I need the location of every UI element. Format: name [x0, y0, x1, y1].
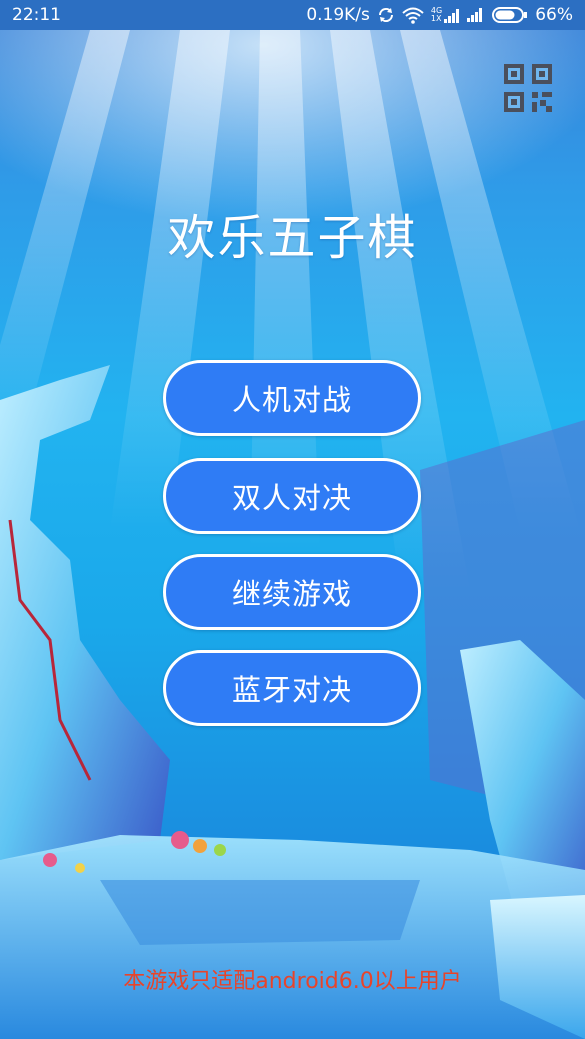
- app-title: 欢乐五子棋: [167, 210, 418, 266]
- two-player-button[interactable]: 双人对决: [163, 458, 421, 534]
- battery-percent: 66%: [535, 5, 573, 25]
- network-speed: 0.19K/s: [306, 5, 370, 25]
- status-bar: 22:11 0.19K/s 4G 1X 66%: [0, 0, 585, 30]
- sync-icon: [378, 7, 393, 23]
- cell-signal-icon: 4G 1X: [431, 7, 460, 23]
- battery-icon: [492, 7, 528, 23]
- qr-code-icon[interactable]: [502, 62, 554, 114]
- continue-game-button[interactable]: 继续游戏: [163, 554, 421, 630]
- wifi-icon: [402, 7, 424, 24]
- compatibility-notice: 本游戏只适配android6.0以上用户: [123, 969, 462, 994]
- network-type-1x: 1X: [430, 14, 442, 23]
- bluetooth-battle-button[interactable]: 蓝牙对决: [163, 650, 421, 726]
- human-vs-ai-button[interactable]: 人机对战: [163, 360, 421, 436]
- screen: 22:11 0.19K/s 4G 1X 66% 欢乐五子棋 人机对战 双人对决 …: [0, 0, 585, 1039]
- cell-signal-2-icon: [467, 8, 483, 22]
- status-time: 22:11: [12, 5, 61, 25]
